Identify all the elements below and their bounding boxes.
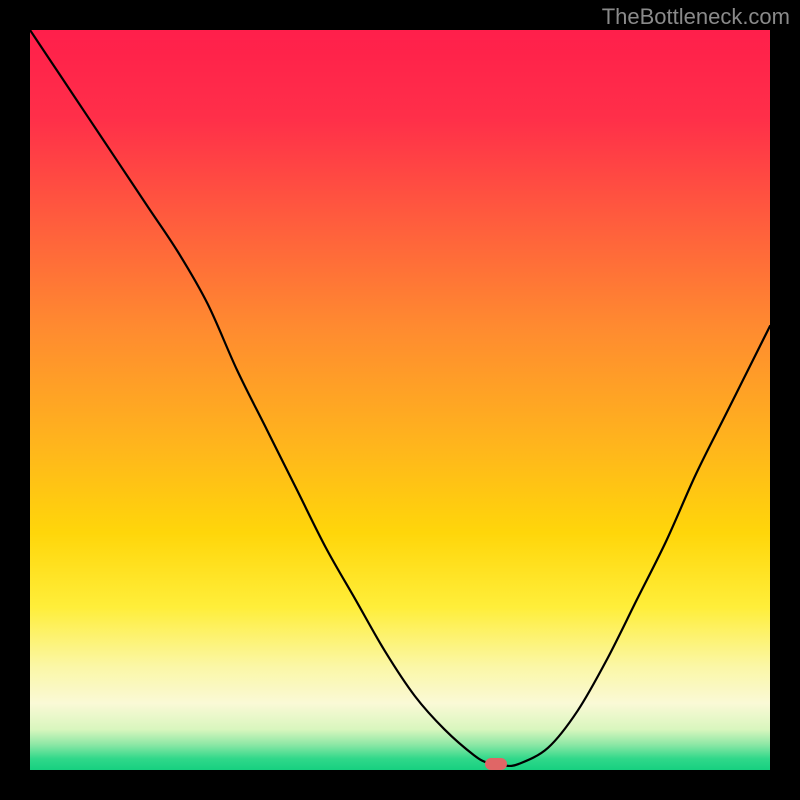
chart-frame: TheBottleneck.com <box>0 0 800 800</box>
background-gradient <box>30 30 770 770</box>
watermark-text: TheBottleneck.com <box>602 4 790 30</box>
plot-area <box>30 30 770 770</box>
optimal-point-marker <box>485 758 507 770</box>
